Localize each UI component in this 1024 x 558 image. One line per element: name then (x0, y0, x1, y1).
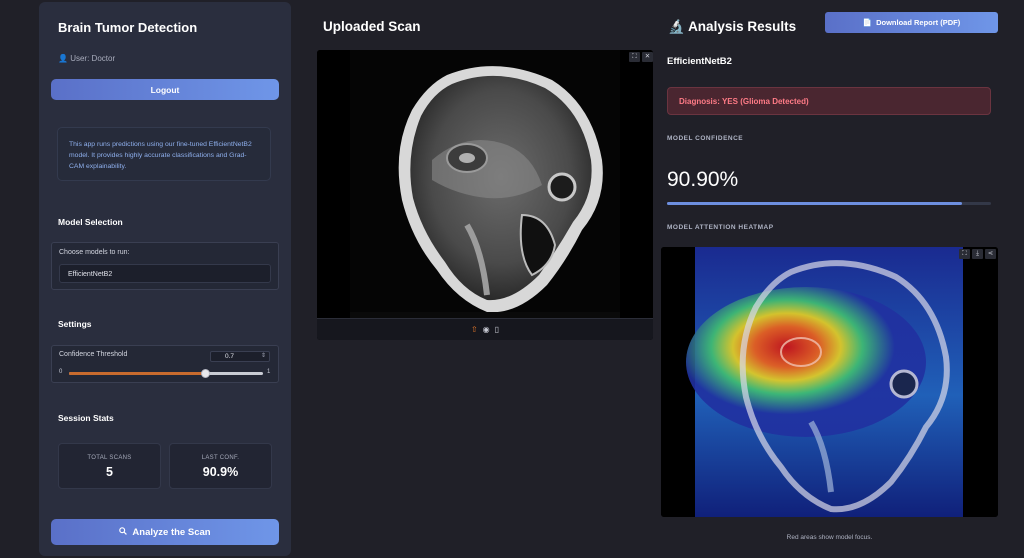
model-select-value: EfficientNetB2 (68, 271, 113, 278)
fullscreen-icon[interactable]: ⛶ (629, 52, 640, 62)
heatmap-frame-controls: ⛶ ⤓ ⋖ (959, 249, 996, 259)
user-name: User: Doctor (70, 54, 116, 63)
heatmap-label: MODEL ATTENTION HEATMAP (667, 224, 774, 231)
webcam-icon[interactable]: ◉ (483, 325, 490, 334)
threshold-slider[interactable] (69, 369, 263, 378)
upload-icon[interactable]: ⇧ (471, 325, 478, 334)
info-box: This app runs predictions using our fine… (57, 127, 271, 181)
confidence-label: MODEL CONFIDENCE (667, 135, 744, 142)
scan-toolbar: ⇧ ◉ ▯ (317, 318, 653, 340)
settings-panel: Confidence Threshold 0.7 ⇕ 0 1 (51, 345, 279, 383)
model-selection-panel: Choose models to run: EfficientNetB2 (51, 242, 279, 290)
last-conf-value: 90.9% (202, 465, 239, 479)
total-scans-label: TOTAL SCANS (87, 455, 132, 461)
model-select[interactable]: EfficientNetB2 (59, 264, 271, 283)
diagnosis-alert: Diagnosis: YES (Glioma Detected) (667, 87, 991, 115)
sidebar: Brain Tumor Detection 👤 User: Doctor Log… (39, 2, 291, 556)
uploaded-scan-title: Uploaded Scan (323, 19, 421, 34)
confidence-bar (667, 202, 991, 205)
threshold-slider-fill (69, 372, 205, 375)
analyze-button-label: Analyze the Scan (132, 526, 211, 538)
heatmap-caption: Red areas show model focus. (786, 534, 873, 541)
user-icon: 👤 (58, 54, 68, 63)
share-icon[interactable]: ⋖ (985, 249, 996, 259)
document-icon: 📄 (862, 18, 873, 27)
total-scans-card: TOTAL SCANS 5 (58, 443, 161, 489)
app-title: Brain Tumor Detection (58, 20, 198, 35)
slider-max-label: 1 (267, 369, 271, 375)
download-icon[interactable]: ⤓ (972, 249, 983, 259)
analysis-results-label: Analysis Results (688, 19, 797, 34)
threshold-input[interactable]: 0.7 ⇕ (210, 351, 270, 362)
spinner-icon[interactable]: ⇕ (261, 352, 266, 359)
confidence-value: 90.90% (667, 168, 739, 191)
microscope-icon: 🔬 (668, 19, 685, 34)
model-select-prompt: Choose models to run: (59, 249, 130, 256)
model-selection-title: Model Selection (58, 217, 123, 227)
session-stats-title: Session Stats (58, 413, 114, 423)
close-icon[interactable]: ✕ (642, 52, 653, 62)
threshold-input-value: 0.7 (225, 353, 235, 360)
download-report-label: Download Report (PDF) (876, 18, 961, 27)
threshold-slider-thumb[interactable] (200, 369, 210, 378)
heatmap-image (661, 247, 998, 517)
settings-title: Settings (58, 319, 92, 329)
logout-button[interactable]: Logout (51, 79, 279, 100)
last-conf-label: LAST CONF. (201, 455, 240, 461)
analysis-results-title: 🔬 Analysis Results (668, 19, 796, 35)
threshold-label: Confidence Threshold (59, 351, 128, 358)
magnifier-icon (119, 526, 128, 538)
confidence-bar-fill (667, 202, 962, 205)
last-conf-card: LAST CONF. 90.9% (169, 443, 272, 489)
uploaded-scan-viewer: ⛶ ✕ ⇧ ◉ ▯ (317, 50, 653, 340)
user-label: 👤 User: Doctor (58, 54, 115, 63)
download-report-button[interactable]: 📄 Download Report (PDF) (825, 12, 998, 33)
heatmap-viewer: ⛶ ⤓ ⋖ (661, 247, 998, 517)
mri-scan-image (317, 50, 653, 318)
slider-min-label: 0 (59, 369, 63, 375)
clipboard-icon[interactable]: ▯ (495, 325, 499, 334)
scan-frame-controls: ⛶ ✕ (629, 52, 653, 62)
result-model-name: EfficientNetB2 (667, 56, 732, 67)
analyze-button[interactable]: Analyze the Scan (51, 519, 279, 545)
fullscreen-icon[interactable]: ⛶ (959, 249, 970, 259)
total-scans-value: 5 (106, 465, 113, 479)
